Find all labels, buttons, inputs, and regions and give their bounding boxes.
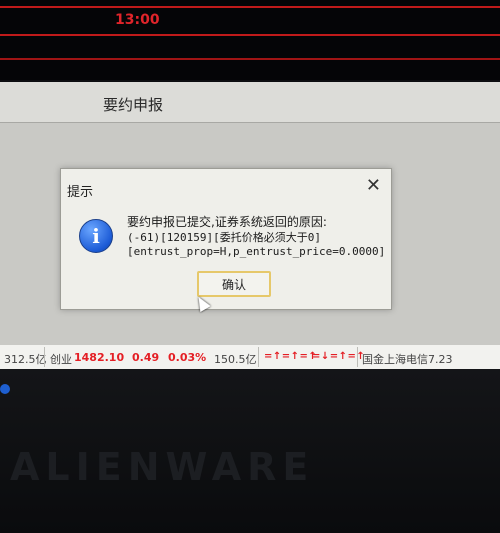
chart-line — [0, 6, 500, 8]
close-icon[interactable]: ✕ — [366, 175, 381, 196]
market-amount: 312.5亿 — [4, 353, 47, 366]
chart-line — [0, 58, 500, 60]
dialog-message-line1: 要约申报已提交,证券系统返回的原因: — [127, 215, 327, 229]
divider — [258, 347, 259, 367]
ticker-text: 国金上海电信7.23 — [362, 353, 453, 366]
window-title: 要约申报 — [103, 96, 164, 114]
divider — [357, 347, 358, 367]
taskbar-icon[interactable] — [0, 384, 10, 394]
info-icon: i — [79, 219, 113, 253]
window-titlebar: 要约申报 — [0, 82, 500, 122]
divider — [0, 122, 500, 123]
confirm-button-label: 确认 — [221, 277, 246, 292]
index-amount: 150.5亿 — [214, 353, 257, 366]
stock-chart-area: 13:00 — [0, 0, 500, 80]
index-change: 0.49 — [132, 351, 160, 364]
time-axis-label: 13:00 — [115, 12, 160, 28]
alert-dialog: 提示 ✕ i 要约申报已提交,证券系统返回的原因: (-61)[120159][… — [60, 168, 392, 310]
index-percent: 0.03% — [168, 351, 207, 364]
trend-indicator: =↑=↑=↑ — [264, 351, 318, 362]
index-name: 创业 — [50, 353, 72, 366]
dialog-caption: 提示 — [67, 185, 94, 200]
dialog-message-line3: [entrust_prop=H,p_entrust_price=0.0000] — [127, 245, 386, 258]
status-bar: 312.5亿 创业 1482.10 0.49 0.03% 150.5亿 =↑=↑… — [0, 345, 500, 369]
divider — [44, 347, 45, 367]
chart-line — [0, 34, 500, 36]
dialog-message-line2: (-61)[120159][委托价格必须大于0] — [127, 231, 321, 244]
confirm-button[interactable]: 确认 — [197, 271, 271, 297]
brand-logo: ALIENWARE — [10, 445, 315, 489]
index-value: 1482.10 — [74, 351, 125, 364]
